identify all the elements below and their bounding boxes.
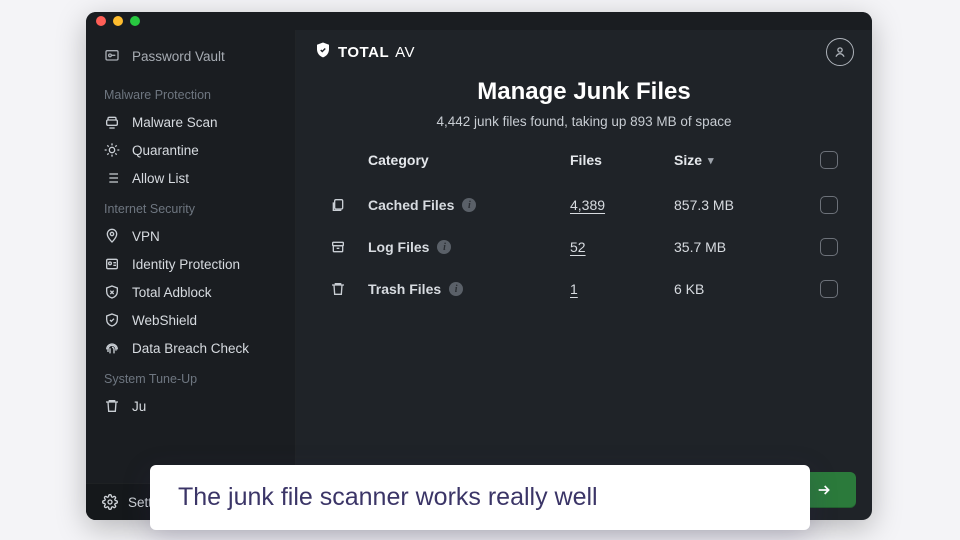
sidebar-section-malware: Malware Protection (86, 78, 295, 108)
sidebar-item-adblock[interactable]: Total Adblock (86, 278, 295, 306)
caption-text: The junk file scanner works really well (178, 483, 598, 511)
sidebar: Password Vault Malware Protection Malwar… (86, 30, 296, 520)
junk-table: Category Files Size ▾ Cached Files i 4,3… (296, 151, 872, 310)
sidebar-item-label: Password Vault (132, 49, 225, 64)
caption-overlay: The junk file scanner works really well (150, 465, 810, 530)
app-body: Password Vault Malware Protection Malwar… (86, 30, 872, 520)
row-size: 857.3 MB (674, 197, 794, 213)
sidebar-item-junk[interactable]: Ju (86, 392, 295, 420)
sidebar-item-label: Malware Scan (132, 115, 218, 130)
page-title: Manage Junk Files (296, 78, 872, 106)
col-category: Category (368, 152, 566, 168)
sidebar-item-allow-list[interactable]: Allow List (86, 164, 295, 192)
trash-icon (104, 398, 120, 414)
table-row: Trash Files i 1 6 KB (330, 268, 838, 310)
row-checkbox[interactable] (820, 196, 838, 214)
window-minimize-button[interactable] (113, 16, 123, 26)
arrow-right-icon (813, 482, 835, 498)
vault-icon (104, 48, 120, 64)
fingerprint-icon (104, 340, 120, 356)
sidebar-section-tuneup: System Tune-Up (86, 362, 295, 392)
sidebar-item-label: Allow List (132, 171, 189, 186)
sidebar-item-identity[interactable]: Identity Protection (86, 250, 295, 278)
shield-x-icon (104, 284, 120, 300)
id-shield-icon (104, 256, 120, 272)
row-category: Trash Files (368, 281, 441, 297)
sidebar-item-label: Ju (132, 399, 146, 414)
profile-button[interactable] (826, 38, 854, 66)
sidebar-footer-label: Sett (128, 495, 152, 510)
sidebar-item-password-vault[interactable]: Password Vault (86, 42, 295, 78)
row-category: Log Files (368, 239, 429, 255)
chevron-down-icon: ▾ (708, 154, 714, 167)
col-files: Files (570, 152, 670, 168)
row-size: 35.7 MB (674, 239, 794, 255)
info-icon[interactable]: i (462, 198, 476, 212)
gear-icon (102, 494, 118, 510)
row-category: Cached Files (368, 197, 454, 213)
sidebar-item-label: Total Adblock (132, 285, 212, 300)
topbar: TOTAL AV (296, 30, 872, 74)
sidebar-item-label: Quarantine (132, 143, 199, 158)
sidebar-item-malware-scan[interactable]: Malware Scan (86, 108, 295, 136)
scan-icon (104, 114, 120, 130)
brand-text-thin: AV (395, 44, 415, 61)
sidebar-item-label: Identity Protection (132, 257, 240, 272)
list-icon (104, 170, 120, 186)
app-window: Password Vault Malware Protection Malwar… (86, 12, 872, 520)
sidebar-item-vpn[interactable]: VPN (86, 222, 295, 250)
page-subtitle: 4,442 junk files found, taking up 893 MB… (296, 114, 872, 129)
row-checkbox[interactable] (820, 238, 838, 256)
window-close-button[interactable] (96, 16, 106, 26)
info-icon[interactable]: i (437, 240, 451, 254)
sidebar-item-label: VPN (132, 229, 160, 244)
sidebar-item-label: WebShield (132, 313, 197, 328)
row-files-link[interactable]: 52 (570, 239, 670, 255)
sidebar-item-quarantine[interactable]: Quarantine (86, 136, 295, 164)
info-icon[interactable]: i (449, 282, 463, 296)
sidebar-item-breach-check[interactable]: Data Breach Check (86, 334, 295, 362)
window-maximize-button[interactable] (130, 16, 140, 26)
sidebar-section-internet: Internet Security (86, 192, 295, 222)
col-size-label: Size (674, 152, 702, 168)
sidebar-item-webshield[interactable]: WebShield (86, 306, 295, 334)
trash-icon (330, 281, 350, 297)
shield-check-icon (104, 312, 120, 328)
shield-logo-icon (314, 41, 332, 63)
row-files-link[interactable]: 1 (570, 281, 670, 297)
brand-logo: TOTAL AV (314, 41, 415, 63)
user-icon (832, 44, 848, 60)
row-files-link[interactable]: 4,389 (570, 197, 670, 213)
table-row: Log Files i 52 35.7 MB (330, 226, 838, 268)
row-checkbox[interactable] (820, 280, 838, 298)
table-header: Category Files Size ▾ (330, 151, 838, 184)
table-row: Cached Files i 4,389 857.3 MB (330, 184, 838, 226)
location-pin-icon (104, 228, 120, 244)
brand-text-bold: TOTAL (338, 44, 389, 61)
main-panel: TOTAL AV Manage Junk Files 4,442 junk fil… (296, 30, 872, 520)
stack-icon (330, 197, 350, 213)
select-all-checkbox[interactable] (820, 151, 838, 169)
col-size[interactable]: Size ▾ (674, 152, 794, 168)
window-titlebar (86, 12, 872, 30)
sidebar-item-label: Data Breach Check (132, 341, 249, 356)
row-size: 6 KB (674, 281, 794, 297)
bug-icon (104, 142, 120, 158)
archive-icon (330, 239, 350, 255)
